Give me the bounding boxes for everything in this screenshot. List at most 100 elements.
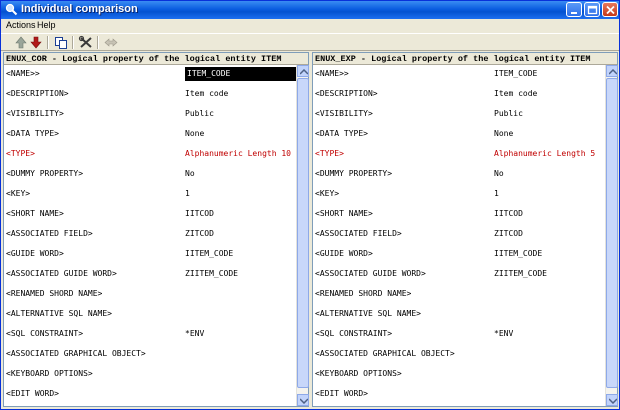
property-value: ZITCOD: [494, 229, 523, 238]
list-item[interactable]: <VISIBILITY> Public: [4, 107, 296, 121]
list-item[interactable]: <RENAMED SHORD NAME>: [313, 287, 605, 301]
minimize-icon: [571, 12, 577, 14]
list-item[interactable]: <ASSOCIATED GUIDE WORD> ZIITEM_CODE: [313, 267, 605, 281]
property-name: <DESCRIPTION>: [315, 89, 378, 98]
list-item[interactable]: <RENAMED SHORD NAME>: [4, 287, 296, 301]
property-name: <RENAMED SHORD NAME>: [315, 289, 412, 298]
property-name: <VISIBILITY>: [6, 109, 64, 118]
minimize-button[interactable]: [566, 2, 582, 17]
left-vertical-scrollbar[interactable]: [296, 65, 309, 406]
list-item[interactable]: <ASSOCIATED FIELD> ZITCOD: [4, 227, 296, 241]
tools-button[interactable]: [78, 35, 94, 50]
list-item-difference[interactable]: <TYPE> Alphanumeric Length 10: [4, 147, 296, 161]
menu-bar: Actions Help: [1, 19, 619, 33]
property-name: <NAME>>: [315, 69, 349, 78]
right-property-list: <NAME>> ITEM_CODE <DESCRIPTION> Item code …: [313, 65, 605, 406]
property-name: <ASSOCIATED FIELD>: [315, 229, 402, 238]
list-item[interactable]: <KEY> 1: [313, 187, 605, 201]
list-item[interactable]: <ALTERNATIVE SQL NAME>: [4, 307, 296, 321]
chevron-up-icon: [609, 69, 617, 75]
list-item[interactable]: <SHORT NAME> IITCOD: [4, 207, 296, 221]
previous-difference-button[interactable]: [13, 35, 29, 50]
property-name: <GUIDE WORD>: [6, 249, 64, 258]
property-name: <NAME>>: [6, 69, 40, 78]
property-value[interactable]: ITEM_CODE: [185, 67, 296, 81]
list-item[interactable]: <DATA TYPE> None: [4, 127, 296, 141]
menu-help[interactable]: Help: [37, 20, 56, 30]
next-difference-button[interactable]: [28, 35, 44, 50]
list-item[interactable]: <GUIDE WORD> IITEM_CODE: [4, 247, 296, 261]
property-value: None: [185, 129, 205, 138]
list-item[interactable]: <SQL CONSTRAINT> *ENV: [4, 327, 296, 341]
list-item[interactable]: <KEYBOARD OPTIONS>: [313, 367, 605, 381]
list-item[interactable]: <NAME>> ITEM_CODE: [4, 67, 296, 81]
list-item-difference[interactable]: <TYPE> Alphanumeric Length 5: [313, 147, 605, 161]
right-vertical-scrollbar[interactable]: [605, 65, 618, 406]
list-item[interactable]: <DESCRIPTION> Item code: [4, 87, 296, 101]
list-item[interactable]: <SHORT NAME> IITCOD: [313, 207, 605, 221]
menu-actions[interactable]: Actions: [6, 20, 36, 30]
list-item[interactable]: <NAME>> ITEM_CODE: [313, 67, 605, 81]
list-item[interactable]: <SQL CONSTRAINT> *ENV: [313, 327, 605, 341]
property-name: <ALTERNATIVE SQL NAME>: [315, 309, 421, 318]
property-value: Item code: [185, 89, 229, 98]
window-title: Individual comparison: [21, 3, 138, 15]
list-item[interactable]: <DUMMY PROPERTY> No: [4, 167, 296, 181]
left-property-list: <NAME>> ITEM_CODE <DESCRIPTION> Item code …: [4, 65, 296, 406]
list-item[interactable]: <DESCRIPTION> Item code: [313, 87, 605, 101]
toolbar: [1, 33, 619, 51]
maximize-button[interactable]: [584, 2, 600, 17]
property-value: Public: [185, 109, 214, 118]
property-name: <DUMMY PROPERTY>: [6, 169, 84, 178]
list-item[interactable]: <EDIT WORD>: [313, 387, 605, 401]
scroll-down-button[interactable]: [606, 394, 618, 406]
property-name: <ASSOCIATED GRAPHICAL OBJECT>: [6, 349, 146, 358]
scroll-up-button[interactable]: [606, 65, 618, 77]
property-value: IITCOD: [494, 209, 523, 218]
scroll-up-button[interactable]: [297, 65, 309, 77]
list-item[interactable]: <EDIT WORD>: [4, 387, 296, 401]
property-name: <DATA TYPE>: [315, 129, 368, 138]
property-value: 1: [494, 189, 499, 198]
list-item[interactable]: <DUMMY PROPERTY> No: [313, 167, 605, 181]
scroll-thumb[interactable]: [297, 78, 309, 388]
property-value: ZITCOD: [185, 229, 214, 238]
list-item[interactable]: <ASSOCIATED GUIDE WORD> ZIITEM_CODE: [4, 267, 296, 281]
list-item[interactable]: <ALTERNATIVE SQL NAME>: [313, 307, 605, 321]
property-name: <ASSOCIATED FIELD>: [6, 229, 93, 238]
swap-button[interactable]: [103, 35, 119, 50]
list-item[interactable]: <KEYBOARD OPTIONS>: [4, 367, 296, 381]
list-item[interactable]: <ASSOCIATED GRAPHICAL OBJECT>: [4, 347, 296, 361]
left-comparison-pane[interactable]: ENUX_COR - Logical property of the logic…: [3, 52, 309, 407]
right-comparison-pane[interactable]: ENUX_EXP - Logical property of the logic…: [312, 52, 618, 407]
chevron-up-icon: [300, 69, 308, 75]
scroll-down-button[interactable]: [297, 394, 309, 406]
maximize-icon: [587, 5, 598, 15]
close-button[interactable]: [602, 2, 618, 17]
property-name: <GUIDE WORD>: [315, 249, 373, 258]
toolbar-separator: [47, 36, 49, 49]
list-item[interactable]: <ASSOCIATED FIELD> ZITCOD: [313, 227, 605, 241]
property-value: ZIITEM_CODE: [185, 269, 238, 278]
property-value: No: [494, 169, 504, 178]
list-item[interactable]: <VISIBILITY> Public: [313, 107, 605, 121]
chevron-down-icon: [609, 398, 617, 404]
list-item[interactable]: <ASSOCIATED GRAPHICAL OBJECT>: [313, 347, 605, 361]
property-name: <VISIBILITY>: [315, 109, 373, 118]
copy-button[interactable]: [53, 35, 69, 50]
property-value: *ENV: [494, 329, 514, 338]
chevron-down-icon: [300, 398, 308, 404]
scroll-thumb[interactable]: [606, 78, 618, 388]
property-value: Item code: [494, 89, 538, 98]
property-value: ZIITEM_CODE: [494, 269, 547, 278]
left-pane-header: ENUX_COR - Logical property of the logic…: [4, 53, 308, 65]
title-bar[interactable]: Individual comparison: [1, 1, 619, 19]
close-icon: [606, 5, 615, 15]
list-item[interactable]: <KEY> 1: [4, 187, 296, 201]
list-item[interactable]: <DATA TYPE> None: [313, 127, 605, 141]
list-item[interactable]: <GUIDE WORD> IITEM_CODE: [313, 247, 605, 261]
property-value: None: [494, 129, 514, 138]
property-name: <DUMMY PROPERTY>: [315, 169, 393, 178]
property-name: <ASSOCIATED GRAPHICAL OBJECT>: [315, 349, 455, 358]
property-value: IITEM_CODE: [494, 249, 543, 258]
